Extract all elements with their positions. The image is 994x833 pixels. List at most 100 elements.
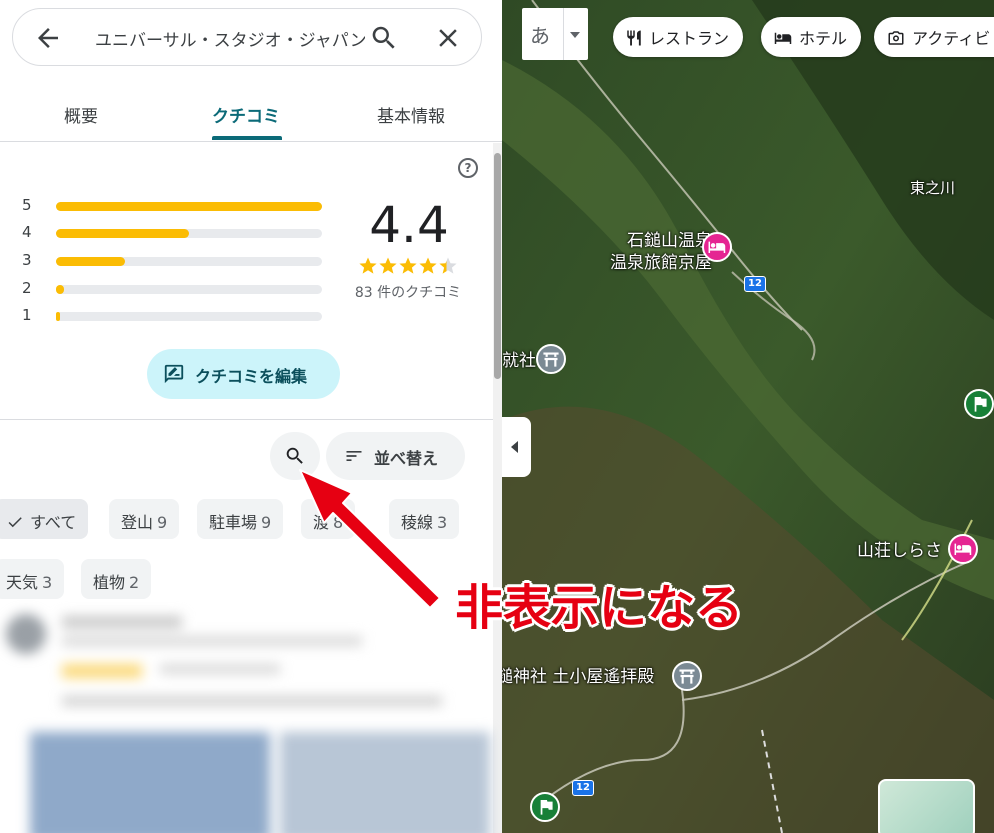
chip-hotels[interactable]: ホテル — [761, 17, 862, 57]
topic-count: 8 — [333, 513, 344, 532]
fork-knife-icon — [627, 30, 641, 46]
edit-review-label: クチコミを編集 — [195, 367, 308, 386]
map-label-shrine2: 鎚神社 土小屋遙拝殿 — [502, 667, 655, 687]
topic-count: 9 — [261, 513, 272, 532]
annotation-text: 非表示になる — [455, 580, 744, 636]
park-pin[interactable] — [530, 792, 560, 822]
topic-label: すべて — [30, 513, 77, 532]
rating-bar-fill — [56, 202, 322, 211]
chevron-left-icon — [511, 441, 518, 453]
topic-chip[interactable]: 駐車場 9 — [197, 499, 284, 539]
star-icon — [359, 257, 377, 274]
map-label-onsen[interactable]: 石鎚山温泉 温泉旅館京屋 — [610, 230, 712, 274]
rating-bar-label: 4 — [22, 223, 32, 241]
flag-icon — [974, 396, 987, 412]
panel-scrollbar[interactable] — [493, 143, 502, 833]
star-icon — [399, 257, 417, 274]
shrine-pin[interactable] — [672, 661, 702, 691]
help-icon[interactable]: ? — [458, 158, 478, 178]
chip-label: ホテル — [799, 29, 848, 48]
chip-restaurants[interactable]: レストラン — [613, 17, 744, 57]
topic-count: 2 — [129, 573, 140, 592]
tab-bar: 概要 クチコミ 基本情報 — [0, 90, 502, 142]
scroll-thumb[interactable] — [494, 153, 501, 379]
topic-label: 渡 — [313, 513, 330, 532]
search-button[interactable] — [369, 23, 399, 53]
hotel-pin[interactable] — [948, 534, 978, 564]
bed-icon — [774, 32, 792, 44]
layers-toggle[interactable] — [878, 779, 975, 833]
hotel-pin[interactable] — [702, 232, 732, 262]
topic-chip[interactable]: 稜線 3 — [389, 499, 460, 539]
topic-label: 稜線 — [401, 513, 434, 532]
place-panel: ユニバーサル・スタジオ・ジャパン 概要 クチコミ 基本情報 ? 5 4 3 2 … — [0, 0, 502, 833]
flag-icon — [540, 799, 553, 815]
caret-down-icon[interactable] — [570, 32, 580, 38]
star-icon — [439, 257, 457, 274]
road-shield: 12 — [572, 780, 594, 796]
rating-bar-fill — [56, 312, 60, 321]
satellite-map[interactable]: あ レストラン ホテル アクティビ 東之川 石鎚山温泉 温泉旅館京屋 12 就社… — [502, 0, 994, 833]
sort-button[interactable]: 並べ替え — [326, 432, 465, 480]
park-pin[interactable] — [964, 389, 994, 419]
topic-chip[interactable]: 天気 3 — [0, 559, 65, 599]
tab-about[interactable]: 基本情報 — [377, 102, 445, 127]
rating-bar-1[interactable]: 1 — [22, 306, 322, 326]
star-icon — [419, 257, 437, 274]
lang-separator — [563, 8, 564, 60]
map-label-line: 温泉旅館京屋 — [610, 253, 712, 273]
average-rating: 4.4 — [369, 196, 449, 254]
topic-chip[interactable]: 渡8 — [301, 499, 356, 539]
bed-icon — [708, 241, 726, 253]
rating-bar-label: 1 — [22, 306, 32, 324]
tab-reviews[interactable]: クチコミ — [212, 102, 280, 127]
review-list-blurred — [0, 600, 493, 833]
camera-icon — [888, 31, 904, 45]
shrine-pin[interactable] — [536, 344, 566, 374]
bed-icon — [954, 543, 972, 555]
search-icon — [286, 447, 303, 464]
rating-bar-fill — [56, 285, 64, 294]
search-reviews-button[interactable] — [270, 432, 320, 480]
input-tools-button[interactable]: あ — [522, 8, 588, 60]
tab-active-indicator — [212, 136, 282, 140]
rating-bar-3[interactable]: 3 — [22, 251, 322, 271]
review-count-link[interactable]: 83 件のクチコミ — [340, 282, 476, 302]
sort-label: 並べ替え — [374, 449, 439, 468]
rating-bar-5[interactable]: 5 — [22, 196, 322, 216]
check-icon — [8, 517, 22, 528]
chip-activities[interactable]: アクティビ — [874, 17, 994, 57]
topic-count: 9 — [157, 513, 168, 532]
arrow-back-icon — [38, 28, 58, 48]
torii-icon — [679, 669, 695, 684]
topic-label: 植物 — [93, 573, 126, 592]
rating-bar-label: 5 — [22, 196, 32, 214]
rate-review-icon — [164, 364, 184, 384]
topic-label: 駐車場 — [209, 513, 258, 532]
input-language-label: あ — [530, 24, 550, 48]
search-icon — [372, 26, 395, 49]
back-button[interactable] — [33, 23, 63, 53]
rating-bar-label: 2 — [22, 279, 32, 297]
edit-review-button[interactable]: クチコミを編集 — [147, 349, 340, 399]
search-input[interactable]: ユニバーサル・スタジオ・ジャパン — [95, 26, 365, 51]
topic-chip[interactable]: 植物 2 — [81, 559, 152, 599]
collapse-panel-button[interactable] — [502, 417, 531, 477]
topic-chip-all[interactable]: すべて — [0, 499, 89, 539]
map-label-line: 石鎚山温泉 — [627, 231, 712, 251]
topic-label: 天気 — [6, 573, 39, 592]
chip-label: レストラン — [649, 29, 730, 48]
topic-chip[interactable]: 登山 9 — [109, 499, 180, 539]
map-label-sanso: 山荘しらさ — [857, 541, 942, 561]
clear-search-button[interactable] — [433, 23, 463, 53]
topic-count: 3 — [437, 513, 448, 532]
search-box[interactable]: ユニバーサル・スタジオ・ジャパン — [12, 8, 482, 66]
satellite-terrain — [502, 0, 994, 833]
rating-bar-fill — [56, 257, 126, 266]
tab-overview[interactable]: 概要 — [64, 102, 98, 127]
rating-bar-4[interactable]: 4 — [22, 223, 322, 243]
rating-bar-fill — [56, 229, 189, 238]
close-icon — [439, 29, 457, 47]
rating-bar-2[interactable]: 2 — [22, 279, 322, 299]
section-divider — [0, 419, 493, 420]
